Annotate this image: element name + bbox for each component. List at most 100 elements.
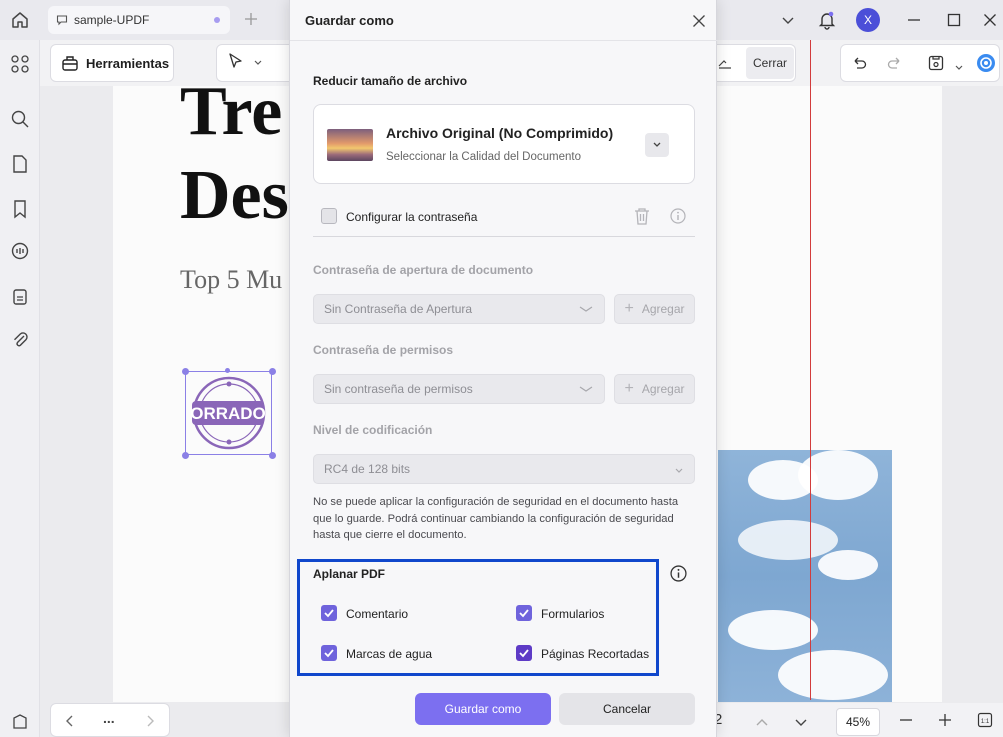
chevron-up-icon[interactable] (755, 714, 769, 732)
ai-assistant-icon[interactable] (975, 52, 997, 79)
left-sidebar (0, 40, 40, 737)
chevron-right-icon[interactable] (145, 714, 155, 733)
sky-image (718, 450, 892, 702)
home-icon[interactable] (8, 8, 32, 32)
print-icon[interactable] (8, 285, 32, 309)
cancel-button[interactable]: Cancelar (559, 693, 695, 725)
minimize-icon[interactable] (904, 6, 924, 34)
layers-icon[interactable] (8, 710, 32, 734)
plus-icon: + (624, 380, 634, 397)
grid-icon[interactable] (8, 52, 32, 76)
comment-checkbox[interactable] (321, 605, 337, 621)
chevron-left-icon[interactable] (65, 714, 75, 733)
close-edit-button[interactable]: Cerrar (746, 47, 794, 79)
open-password-value: Sin Contraseña de Apertura (324, 302, 473, 316)
guide-line (810, 40, 811, 700)
zoom-in-icon[interactable] (938, 713, 952, 732)
page-navigation: ... (50, 703, 170, 737)
reduce-size-title: Reducir tamaño de archivo (313, 74, 468, 88)
rotate-handle[interactable] (225, 368, 230, 373)
resize-handle[interactable] (269, 368, 276, 375)
signature-icon[interactable] (718, 55, 732, 74)
permission-password-select[interactable]: Sin contraseña de permisos (313, 374, 605, 404)
document-heading: Tre Des (180, 70, 300, 238)
add-label: Agregar (641, 382, 685, 396)
zoom-level[interactable]: 45% (836, 708, 880, 736)
info-icon[interactable] (670, 208, 686, 224)
comment-label: Comentario (346, 607, 409, 621)
undo-icon[interactable] (851, 55, 867, 76)
chevron-down-icon[interactable] (645, 133, 669, 157)
watermark-label: Marcas de agua (346, 647, 433, 661)
ai-chat-icon[interactable] (8, 239, 32, 263)
plus-icon: + (624, 300, 634, 317)
document-tab[interactable]: sample-UPDF (48, 6, 230, 34)
open-password-select[interactable]: Sin Contraseña de Apertura (313, 294, 605, 324)
flatten-pdf-title: Aplanar PDF (313, 567, 386, 581)
save-icon[interactable] (927, 54, 945, 77)
security-note: No se puede aplicar la configuración de … (313, 496, 679, 541)
bookmark-icon[interactable] (8, 197, 32, 221)
forms-checkbox[interactable] (516, 605, 532, 621)
trash-icon[interactable] (633, 206, 651, 231)
cropped-pages-label: Páginas Recortadas (541, 647, 650, 661)
page-icon[interactable] (8, 152, 32, 176)
avatar[interactable]: X (855, 6, 881, 34)
tools-button[interactable]: Herramientas (50, 44, 174, 82)
divider (313, 236, 695, 237)
chevron-down-icon[interactable] (778, 6, 798, 34)
encryption-value: RC4 de 128 bits (324, 462, 411, 476)
watermark-checkbox[interactable] (321, 645, 337, 661)
password-checkbox[interactable] (321, 208, 337, 224)
save-as-button[interactable]: Guardar como (415, 693, 551, 725)
notification-bell-icon[interactable] (815, 6, 839, 34)
chevron-down-icon (578, 383, 594, 398)
attachment-icon[interactable] (8, 328, 32, 352)
quality-selector[interactable]: Archivo Original (No Comprimido) Selecci… (313, 104, 695, 184)
divider (290, 40, 718, 41)
resize-handle[interactable] (269, 452, 276, 459)
redo-icon[interactable] (887, 55, 903, 76)
permission-password-title: Contraseña de permisos (313, 343, 454, 357)
chevron-down-icon (578, 303, 594, 318)
save-as-dialog: Guardar como Reducir tamaño de archivo A… (289, 0, 718, 737)
chevron-down-icon[interactable] (794, 715, 808, 733)
quality-title: Archivo Original (No Comprimido) (386, 125, 614, 141)
quality-subtitle: Seleccionar la Calidad del Documento (386, 151, 581, 163)
toolbox-icon (61, 54, 79, 72)
cropped-pages-checkbox[interactable] (516, 645, 532, 661)
maximize-icon[interactable] (944, 6, 964, 34)
password-checkbox-label: Configurar la contraseña (346, 210, 478, 224)
permission-password-value: Sin contraseña de permisos (324, 382, 473, 396)
heading-line-1: Tre (180, 73, 283, 150)
chevron-down-icon (674, 464, 684, 478)
tools-label: Herramientas (86, 55, 170, 71)
close-window-icon[interactable] (980, 6, 1000, 34)
info-icon[interactable] (670, 565, 687, 582)
add-permission-password-button[interactable]: + Agregar (614, 374, 695, 404)
chevron-down-icon[interactable] (954, 59, 964, 77)
search-icon[interactable] (8, 107, 32, 131)
zoom-out-icon[interactable] (899, 713, 913, 732)
add-open-password-button[interactable]: + Agregar (614, 294, 695, 324)
forms-label: Formularios (541, 607, 605, 621)
add-label: Agregar (641, 302, 685, 316)
close-icon[interactable] (690, 12, 708, 30)
resize-handle[interactable] (182, 452, 189, 459)
heading-line-2: Des (180, 157, 289, 234)
svg-text:1:1: 1:1 (981, 719, 990, 725)
unsaved-dot (214, 17, 220, 23)
more-pages[interactable]: ... (103, 710, 115, 726)
encryption-select[interactable]: RC4 de 128 bits (313, 454, 695, 484)
quality-thumbnail (327, 129, 373, 161)
add-tab-button[interactable] (240, 8, 262, 30)
dialog-title: Guardar como (305, 13, 394, 28)
resize-handle[interactable] (182, 368, 189, 375)
fit-page-icon[interactable]: 1:1 (977, 712, 993, 733)
stamp-text: ORRADO (190, 404, 266, 423)
comment-icon (56, 14, 68, 26)
stamp: ORRADO (190, 376, 266, 450)
tab-title: sample-UPDF (74, 13, 150, 27)
encryption-title: Nivel de codificación (313, 423, 433, 437)
open-password-title: Contraseña de apertura de documento (313, 263, 534, 277)
